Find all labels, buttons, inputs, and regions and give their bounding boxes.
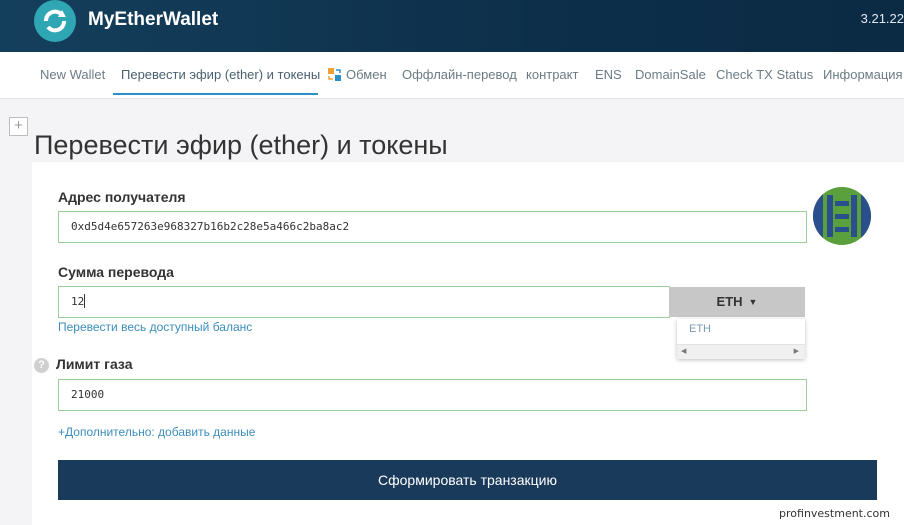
currency-option-eth[interactable]: ETH bbox=[689, 323, 711, 335]
version-label: 3.21.22 bbox=[860, 11, 904, 26]
gas-limit-label: Лимит газа bbox=[56, 356, 133, 372]
send-entire-balance-link[interactable]: Перевести весь доступный баланс bbox=[58, 320, 252, 334]
expand-button[interactable]: + bbox=[9, 117, 28, 136]
gas-limit-input[interactable]: 21000 bbox=[58, 379, 807, 411]
app-header: MyEtherWallet 3.21.22 bbox=[0, 0, 904, 52]
scroll-left-icon[interactable]: ◀ bbox=[681, 347, 686, 355]
nav-item-tx-status[interactable]: Check TX Status bbox=[716, 67, 813, 82]
active-tab-indicator bbox=[113, 93, 318, 95]
help-icon[interactable]: ? bbox=[34, 358, 49, 373]
nav-item-info[interactable]: Информация о bbox=[823, 67, 904, 82]
nav-item-contracts[interactable]: контракт bbox=[526, 67, 578, 82]
nav-item-offline[interactable]: Оффлайн-перевод bbox=[402, 67, 517, 82]
address-identicon bbox=[813, 187, 871, 245]
caret-down-icon: ▼ bbox=[748, 297, 758, 307]
amount-value: 12 bbox=[71, 295, 85, 308]
generate-transaction-button[interactable]: Сформировать транзакцию bbox=[58, 460, 877, 500]
currency-dropdown-menu: ETH ◀ ▶ bbox=[677, 319, 805, 359]
recipient-address-input[interactable]: 0xd5d4e657263e968327b16b2c28e5a466c2ba8a… bbox=[58, 211, 807, 243]
nav-item-ens[interactable]: ENS bbox=[595, 67, 622, 82]
nav-item-send[interactable]: Перевести эфир (ether) и токены bbox=[121, 67, 320, 82]
app-title[interactable]: MyEtherWallet bbox=[88, 9, 218, 31]
amount-input[interactable]: 12 bbox=[58, 286, 670, 318]
page-title: Перевести эфир (ether) и токены bbox=[34, 130, 448, 161]
currency-dropdown-button[interactable]: ETH ▼ bbox=[669, 287, 805, 317]
nav-item-swap-label: Обмен bbox=[346, 67, 387, 82]
nav-item-swap[interactable]: Обмен bbox=[327, 67, 387, 82]
scroll-right-icon[interactable]: ▶ bbox=[794, 347, 799, 355]
dropdown-horizontal-scrollbar[interactable]: ◀ ▶ bbox=[677, 344, 805, 359]
amount-label: Сумма перевода bbox=[58, 264, 174, 280]
advanced-data-link[interactable]: +Дополнительно: добавить данные bbox=[58, 425, 255, 439]
nav-item-new-wallet[interactable]: New Wallet bbox=[40, 67, 105, 82]
logo-icon[interactable] bbox=[34, 0, 76, 42]
main-nav: New Wallet Перевести эфир (ether) и токе… bbox=[0, 52, 904, 99]
watermark-text: profinvestment.com bbox=[779, 507, 890, 520]
nav-item-domainsale[interactable]: DomainSale bbox=[635, 67, 706, 82]
recipient-label: Адрес получателя bbox=[58, 189, 186, 205]
currency-label: ETH bbox=[716, 294, 743, 309]
swap-icon bbox=[327, 67, 342, 82]
